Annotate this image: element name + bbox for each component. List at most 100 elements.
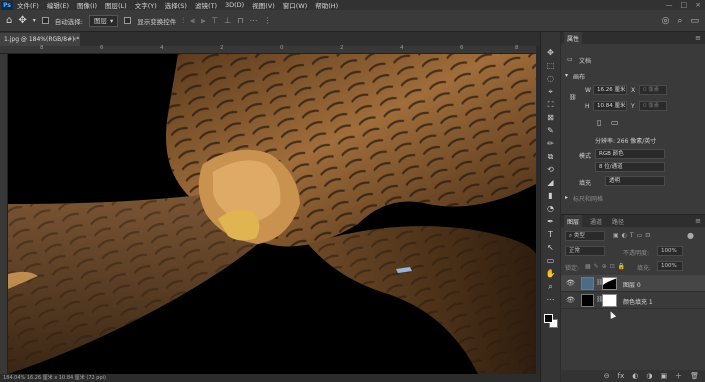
width-field[interactable]: 16.26 厘米 <box>593 85 627 95</box>
gradient-tool-icon[interactable]: ▮ <box>544 191 558 201</box>
new-layer-icon[interactable]: ＋ <box>675 371 682 381</box>
layer-mask-thumbnail[interactable] <box>602 294 617 307</box>
distribute-h-icon[interactable]: ⋯ <box>249 16 257 26</box>
menu-type[interactable]: 文字(Y) <box>131 0 161 10</box>
menu-file[interactable]: 文件(F) <box>13 0 43 10</box>
show-transform-checkbox[interactable] <box>124 17 132 24</box>
layer-name: 颜色填充 1 <box>623 299 653 306</box>
menu-image[interactable]: 图像(I) <box>73 0 101 10</box>
menu-view[interactable]: 视图(V) <box>248 0 279 10</box>
quick-select-tool-icon[interactable]: ⌖ <box>544 87 558 97</box>
align-middle-icon[interactable]: ⊓ <box>237 16 243 26</box>
marquee-tool-icon[interactable]: ⬚ <box>544 61 558 71</box>
fill-field[interactable]: 100% <box>657 261 683 271</box>
layer-filter-select[interactable]: ⌕ 类型 <box>565 231 605 241</box>
menu-window[interactable]: 窗口(W) <box>279 0 312 10</box>
eraser-tool-icon[interactable]: ◢ <box>544 178 558 188</box>
panel-menu-icon[interactable]: ≡ <box>695 217 701 225</box>
y-field[interactable]: 0 像素 <box>639 101 667 111</box>
depth-select[interactable]: 8 位/通道 <box>595 162 665 172</box>
zoom-tool-icon[interactable]: ⌕ <box>544 282 558 292</box>
auto-select-checkbox[interactable] <box>41 17 49 24</box>
menu-filter[interactable]: 滤镜(T) <box>191 0 221 10</box>
document-tab-bar: 1.jpg @ 184%(RGB/8#) * × <box>0 32 540 46</box>
filter-toggle-icon[interactable]: ● <box>687 231 694 240</box>
menu-help[interactable]: 帮助(H) <box>311 0 342 10</box>
more-tools-icon[interactable]: ⋯ <box>544 295 558 305</box>
close-tab-icon[interactable]: × <box>72 33 77 46</box>
align-center-icon[interactable]: ⫷ <box>190 16 195 26</box>
add-mask-icon[interactable]: ◐ <box>632 372 638 380</box>
orientation-portrait-icon[interactable]: ▯ <box>597 118 601 127</box>
path-select-tool-icon[interactable]: ↖ <box>544 243 558 253</box>
orientation-landscape-icon[interactable]: ▭ <box>611 118 619 127</box>
menu-edit[interactable]: 编辑(E) <box>43 0 73 10</box>
distribute-v-icon[interactable]: ⋮ <box>263 16 271 26</box>
opacity-field[interactable]: 100% <box>657 246 683 256</box>
chevron-right-icon[interactable]: ▸ <box>565 194 568 201</box>
hand-tool-icon[interactable]: ✋ <box>544 269 558 279</box>
search-icon[interactable]: ⌕ <box>677 16 682 26</box>
layer-thumbnail <box>581 294 594 307</box>
close-button[interactable]: × <box>695 0 701 10</box>
layer-filter-icons[interactable]: ▣◐T▭⊡ <box>613 232 653 239</box>
chevron-down-icon[interactable]: ▾ <box>33 17 36 24</box>
chevron-down-icon[interactable]: ▾ <box>565 72 568 79</box>
align-left-icon[interactable]: ⫶ <box>182 16 184 26</box>
ruler-mark: 4 <box>400 45 404 51</box>
move-tool-icon[interactable]: ✥ <box>18 15 26 26</box>
color-swatches[interactable] <box>543 314 558 328</box>
pen-tool-icon[interactable]: ✒ <box>544 217 558 227</box>
lock-icons[interactable]: ▦✎⊕⊡🔒 <box>585 263 628 270</box>
adjustment-layer-icon[interactable]: ◑ <box>646 372 652 380</box>
fx-icon[interactable]: fx <box>618 372 625 380</box>
link-layers-icon[interactable]: ⊝ <box>604 372 610 380</box>
clone-stamp-tool-icon[interactable]: ⧉ <box>544 152 558 162</box>
mode-select[interactable]: RGB 颜色 <box>595 149 665 159</box>
align-top-icon[interactable]: ⊤ <box>211 16 218 26</box>
align-right-icon[interactable]: ⫸ <box>201 16 206 26</box>
minimize-button[interactable]: — <box>666 0 673 10</box>
align-bottom-icon[interactable]: ⊥ <box>224 16 231 26</box>
panel-menu-icon[interactable]: ≡ <box>695 34 701 42</box>
menu-3d[interactable]: 3D(D) <box>221 1 248 9</box>
foreground-color-swatch[interactable] <box>543 314 553 323</box>
home-icon[interactable]: ⌂ <box>6 15 12 26</box>
history-brush-tool-icon[interactable]: ⟲ <box>544 165 558 175</box>
workspace-icon[interactable]: ▭ <box>690 16 699 26</box>
brush-tool-icon[interactable]: ✏ <box>544 139 558 149</box>
document-canvas[interactable] <box>8 54 536 374</box>
eye-icon[interactable]: 👁 <box>566 296 575 304</box>
tab-layers[interactable]: 图层 <box>564 214 583 228</box>
move-tool-icon[interactable]: ✥ <box>544 48 558 58</box>
height-field[interactable]: 10.84 厘米 <box>593 101 627 111</box>
x-field[interactable]: 0 像素 <box>639 85 667 95</box>
layer-row[interactable]: 👁 ⛓ 颜色填充 1 <box>561 292 705 309</box>
eye-icon[interactable]: 👁 <box>566 279 575 287</box>
mode-label: 模式 <box>579 153 592 160</box>
shape-tool-icon[interactable]: ▭ <box>544 256 558 266</box>
menu-select[interactable]: 选择(S) <box>161 0 191 10</box>
eyedropper-tool-icon[interactable]: ✎ <box>544 126 558 136</box>
frame-tool-icon[interactable]: ⊠ <box>544 113 558 123</box>
trash-icon[interactable]: 🗑 <box>690 372 699 380</box>
tab-paths[interactable]: 路径 <box>610 217 626 226</box>
auto-select-dropdown[interactable]: 图层 ▾ <box>88 14 119 27</box>
tab-properties[interactable]: 属性 <box>564 31 583 45</box>
type-tool-icon[interactable]: T <box>544 230 558 240</box>
maximize-button[interactable]: □ <box>681 0 688 10</box>
layer-mask-thumbnail[interactable] <box>602 277 617 290</box>
options-right: ◎ ⌕ ▭ <box>662 16 699 26</box>
menu-layer[interactable]: 图层(L) <box>101 0 131 10</box>
layer-row[interactable]: 👁 ⛓ 图层 0 <box>561 275 705 292</box>
tab-channels[interactable]: 通道 <box>588 217 604 226</box>
link-icon[interactable]: ⛓ <box>569 94 577 101</box>
dodge-tool-icon[interactable]: ◔ <box>544 204 558 214</box>
blend-mode-select[interactable]: 正常 <box>565 246 605 256</box>
3d-mode-icon[interactable]: ◎ <box>662 16 670 26</box>
fill-select[interactable]: 透明 <box>605 176 665 186</box>
rulers-grid-section[interactable]: 标尺和网格 <box>573 194 603 203</box>
new-group-icon[interactable]: ▣ <box>660 372 667 380</box>
crop-tool-icon[interactable]: ⛶ <box>544 100 558 110</box>
lasso-tool-icon[interactable]: ◌ <box>544 74 558 84</box>
